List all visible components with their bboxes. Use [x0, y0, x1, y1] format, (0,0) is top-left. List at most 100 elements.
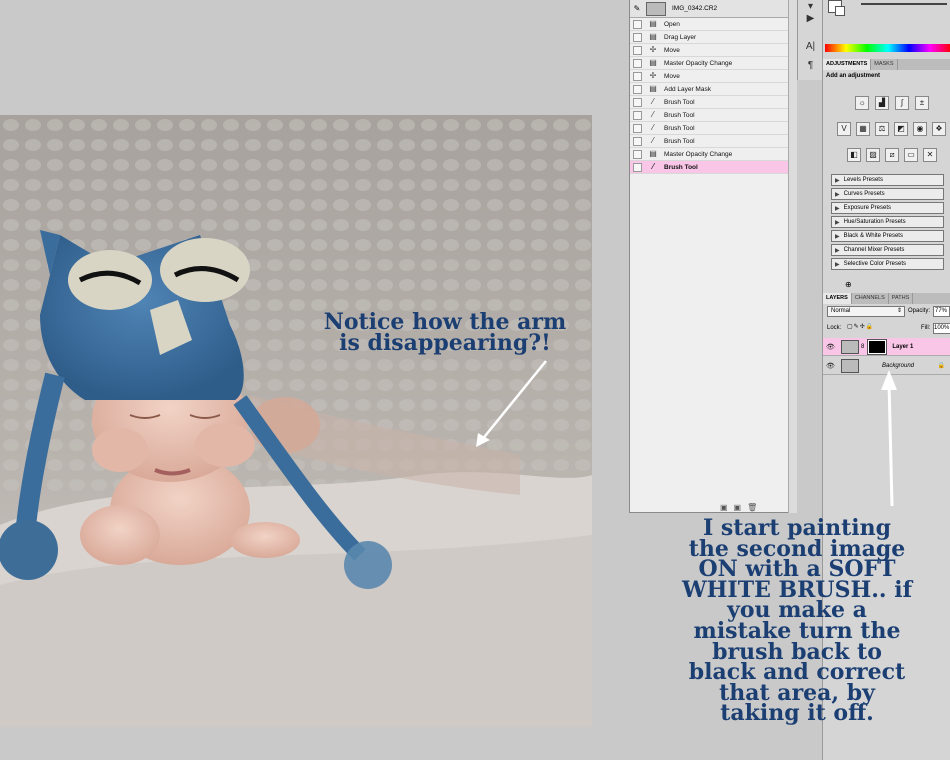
- history-item-label: Move: [664, 46, 680, 54]
- adjustment-preset-label: Exposure Presets: [843, 205, 891, 211]
- canvas-photo[interactable]: [0, 115, 592, 727]
- history-item-label: Master Opacity Change: [664, 150, 733, 158]
- layer-row-layer-1[interactable]: 👁 8 Layer 1: [823, 338, 950, 356]
- blend-mode-value: Normal: [831, 308, 851, 314]
- history-item[interactable]: ⁄ Brush Tool: [630, 135, 788, 148]
- color-slider-track[interactable]: [861, 3, 947, 5]
- history-source-checkbox[interactable]: [633, 45, 642, 55]
- document-icon: ▤: [649, 58, 657, 67]
- tab-adjustments[interactable]: ADJUSTMENTS: [823, 59, 872, 70]
- disclosure-triangle-icon[interactable]: ▶: [835, 247, 840, 254]
- adjustment-preset-label: Hue/Saturation Presets: [843, 219, 906, 225]
- history-item[interactable]: ▤ Add Layer Mask: [630, 83, 788, 96]
- vibrance-icon[interactable]: V: [837, 122, 851, 136]
- tab-channels[interactable]: CHANNELS: [852, 293, 889, 304]
- gradient-map-icon[interactable]: ▭: [904, 148, 918, 162]
- history-item[interactable]: ⁄ Brush Tool: [630, 96, 788, 109]
- history-source-checkbox[interactable]: [633, 71, 642, 81]
- adjustment-preset[interactable]: ▶ Black & White Presets: [831, 230, 944, 242]
- history-source-checkbox[interactable]: [633, 123, 642, 133]
- adjustment-preset[interactable]: ▶ Levels Presets: [831, 174, 944, 186]
- annotation-arm-line: is disappearing?!: [339, 330, 551, 356]
- history-source-checkbox[interactable]: [633, 58, 642, 68]
- tab-paths[interactable]: PATHS: [889, 293, 914, 304]
- disclosure-triangle-icon[interactable]: ▶: [835, 233, 840, 240]
- adjustment-preset[interactable]: ▶ Curves Presets: [831, 188, 944, 200]
- brush-icon: ⁄: [652, 123, 654, 132]
- disclosure-triangle-icon[interactable]: ▶: [835, 191, 840, 198]
- lock-label: Lock:: [827, 325, 842, 331]
- history-item[interactable]: ⁄ Brush Tool: [630, 109, 788, 122]
- tab-masks[interactable]: MASKS: [871, 59, 898, 70]
- history-source-checkbox[interactable]: [633, 149, 642, 159]
- history-source-checkbox[interactable]: [633, 97, 642, 107]
- history-item-label: Brush Tool: [664, 111, 695, 119]
- disclosure-triangle-icon[interactable]: ▶: [835, 205, 840, 212]
- posterize-icon[interactable]: ▨: [866, 148, 880, 162]
- background-color-swatch[interactable]: [835, 6, 845, 16]
- layer-thumbnail: [841, 358, 859, 373]
- curves-icon[interactable]: ∫: [895, 96, 909, 110]
- history-item[interactable]: ▤ Master Opacity Change: [630, 148, 788, 161]
- adjustment-preset[interactable]: ▶ Hue/Saturation Presets: [831, 216, 944, 228]
- history-item[interactable]: ✢ Move: [630, 70, 788, 83]
- history-footer-icons[interactable]: ▣▣🗑: [720, 503, 763, 512]
- history-source-checkbox[interactable]: [633, 19, 642, 29]
- history-item-label: Master Opacity Change: [664, 59, 733, 67]
- actions-icon[interactable]: ▶: [804, 12, 817, 25]
- history-source-checkbox[interactable]: [633, 32, 642, 42]
- eye-icon[interactable]: 👁: [826, 362, 835, 370]
- adjustment-preset[interactable]: ▶ Exposure Presets: [831, 202, 944, 214]
- history-source-checkbox[interactable]: [633, 162, 642, 172]
- threshold-icon[interactable]: ⧄: [885, 148, 899, 162]
- color-balance-icon[interactable]: ⚖: [875, 122, 889, 136]
- adjustment-preset[interactable]: ▶ Selective Color Presets: [831, 258, 944, 270]
- history-snapshot[interactable]: ✎ IMG_0342.CR2: [630, 0, 788, 18]
- levels-icon[interactable]: ▟: [875, 96, 889, 110]
- link-icon[interactable]: 8: [861, 344, 864, 350]
- history-source-checkbox[interactable]: [633, 136, 642, 146]
- tab-layers[interactable]: LAYERS: [823, 293, 852, 304]
- color-spectrum-bar[interactable]: [825, 44, 950, 52]
- adjustment-return-icon[interactable]: ⊕: [845, 280, 852, 289]
- layer-mask-thumbnail[interactable]: [867, 338, 888, 355]
- lock-icons[interactable]: ▢✎✢🔒: [847, 323, 874, 330]
- adjustments-tabs: ADJUSTMENTS MASKS: [823, 59, 950, 70]
- history-item[interactable]: ⁄ Brush Tool: [630, 161, 788, 174]
- annotation-paint-line: taking it off.: [720, 700, 874, 727]
- selective-color-icon[interactable]: ✕: [923, 148, 937, 162]
- history-source-checkbox[interactable]: [633, 110, 642, 120]
- history-item[interactable]: ▤ Master Opacity Change: [630, 57, 788, 70]
- exposure-icon[interactable]: ±: [915, 96, 929, 110]
- channel-mixer-icon[interactable]: ❖: [932, 122, 946, 136]
- photo-filter-icon[interactable]: ◉: [913, 122, 927, 136]
- fill-input[interactable]: 100%: [933, 323, 950, 334]
- eye-icon[interactable]: 👁: [826, 343, 835, 351]
- history-item-label: Brush Tool: [664, 98, 695, 106]
- disclosure-triangle-icon[interactable]: ▶: [835, 261, 840, 268]
- black-white-icon[interactable]: ◩: [894, 122, 908, 136]
- adjustment-preset[interactable]: ▶ Channel Mixer Presets: [831, 244, 944, 256]
- snapshot-thumbnail: [646, 1, 666, 16]
- baby-photo-illustration: [0, 115, 592, 727]
- brush-icon: ⁄: [652, 136, 654, 145]
- paragraph-icon[interactable]: ¶: [804, 59, 817, 72]
- hue-saturation-icon[interactable]: ▦: [856, 122, 870, 136]
- disclosure-triangle-icon[interactable]: ▶: [835, 177, 840, 184]
- adjustment-preset-label: Selective Color Presets: [843, 261, 906, 267]
- history-scrollbar[interactable]: [788, 0, 797, 513]
- character-icon[interactable]: A|: [804, 40, 817, 53]
- history-item[interactable]: ✢ Move: [630, 44, 788, 57]
- disclosure-triangle-icon[interactable]: ▶: [835, 219, 840, 226]
- blend-mode-select[interactable]: Normal ⇕: [827, 306, 905, 317]
- invert-icon[interactable]: ◧: [847, 148, 861, 162]
- layer-thumbnail: [841, 339, 859, 354]
- adjustment-preset-label: Black & White Presets: [843, 233, 903, 239]
- history-source-checkbox[interactable]: [633, 84, 642, 94]
- opacity-input[interactable]: 77%: [933, 306, 950, 317]
- history-item-label: Move: [664, 72, 680, 80]
- history-item[interactable]: ▤ Open: [630, 18, 788, 31]
- history-item[interactable]: ▤ Drag Layer: [630, 31, 788, 44]
- history-item[interactable]: ⁄ Brush Tool: [630, 122, 788, 135]
- brightness-icon[interactable]: ☼: [855, 96, 869, 110]
